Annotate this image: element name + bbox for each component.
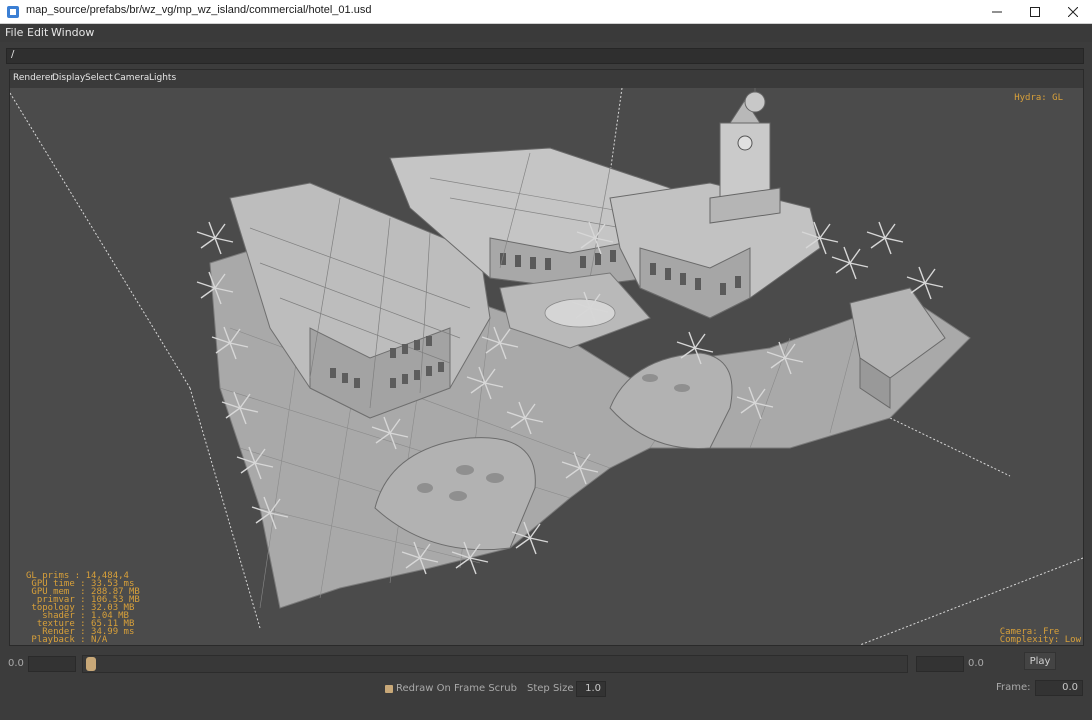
menu-edit[interactable]: Edit xyxy=(27,26,48,39)
range-start-label: 0.0 xyxy=(8,658,24,669)
range-end-label: 0.0 xyxy=(968,658,984,669)
stage-viewer: Renderer Display Select Camera Lights Hy… xyxy=(9,69,1084,646)
viewer-menu-bar: Renderer Display Select Camera Lights xyxy=(10,70,1083,88)
redraw-checkbox[interactable] xyxy=(385,685,393,693)
step-size-label: Step Size xyxy=(527,683,574,694)
close-button[interactable] xyxy=(1050,0,1092,24)
gpu-stats-hud: GL prims : 14,484,4 GPU time : 33.53 ms … xyxy=(26,571,140,645)
prim-path-value: / xyxy=(11,49,15,60)
maximize-icon xyxy=(1030,7,1040,17)
close-icon xyxy=(1068,7,1078,17)
3d-viewport[interactable]: Hydra: GL GL prims : 14,484,4 GPU time :… xyxy=(10,88,1083,645)
viewer-menu-camera[interactable]: Camera xyxy=(114,73,149,83)
frame-slider[interactable] xyxy=(82,655,908,673)
step-size-field[interactable]: 1.0 xyxy=(576,681,606,697)
usdview-window: map_source/prefabs/br/wz_vg/mp_wz_island… xyxy=(0,0,1092,720)
prim-path-field[interactable]: / xyxy=(6,48,1084,64)
menu-file[interactable]: File xyxy=(5,26,23,39)
frame-slider-handle[interactable] xyxy=(86,657,96,671)
redraw-label: Redraw On Frame Scrub xyxy=(396,683,517,694)
play-button[interactable]: Play xyxy=(1024,652,1056,670)
main-menu-bar: File Edit Window xyxy=(0,24,1092,42)
range-start-field[interactable] xyxy=(28,656,76,672)
camera-hud: Camera: Fre Complexity: Low xyxy=(999,627,1081,645)
viewer-menu-renderer[interactable]: Renderer xyxy=(13,73,54,83)
step-size-value: 1.0 xyxy=(585,683,601,694)
app-icon xyxy=(7,6,19,18)
viewer-menu-select[interactable]: Select xyxy=(85,73,113,83)
frame-label: Frame: xyxy=(996,682,1031,693)
renderer-hud: Hydra: GL xyxy=(1014,93,1063,103)
menu-window[interactable]: Window xyxy=(51,26,94,39)
playback-controls: 0.0 0.0 Redraw On Frame Scrub Step Size … xyxy=(0,650,1092,720)
viewer-menu-lights[interactable]: Lights xyxy=(149,73,176,83)
hotel-3d-model xyxy=(10,88,1083,645)
frame-value: 0.0 xyxy=(1062,682,1078,693)
range-end-field[interactable] xyxy=(916,656,964,672)
window-title: map_source/prefabs/br/wz_vg/mp_wz_island… xyxy=(26,4,372,16)
clock-tower xyxy=(709,88,781,224)
minimize-icon xyxy=(992,11,1002,13)
frame-field[interactable]: 0.0 xyxy=(1035,680,1083,696)
viewer-menu-display[interactable]: Display xyxy=(52,73,85,83)
title-bar: map_source/prefabs/br/wz_vg/mp_wz_island… xyxy=(0,0,1092,24)
